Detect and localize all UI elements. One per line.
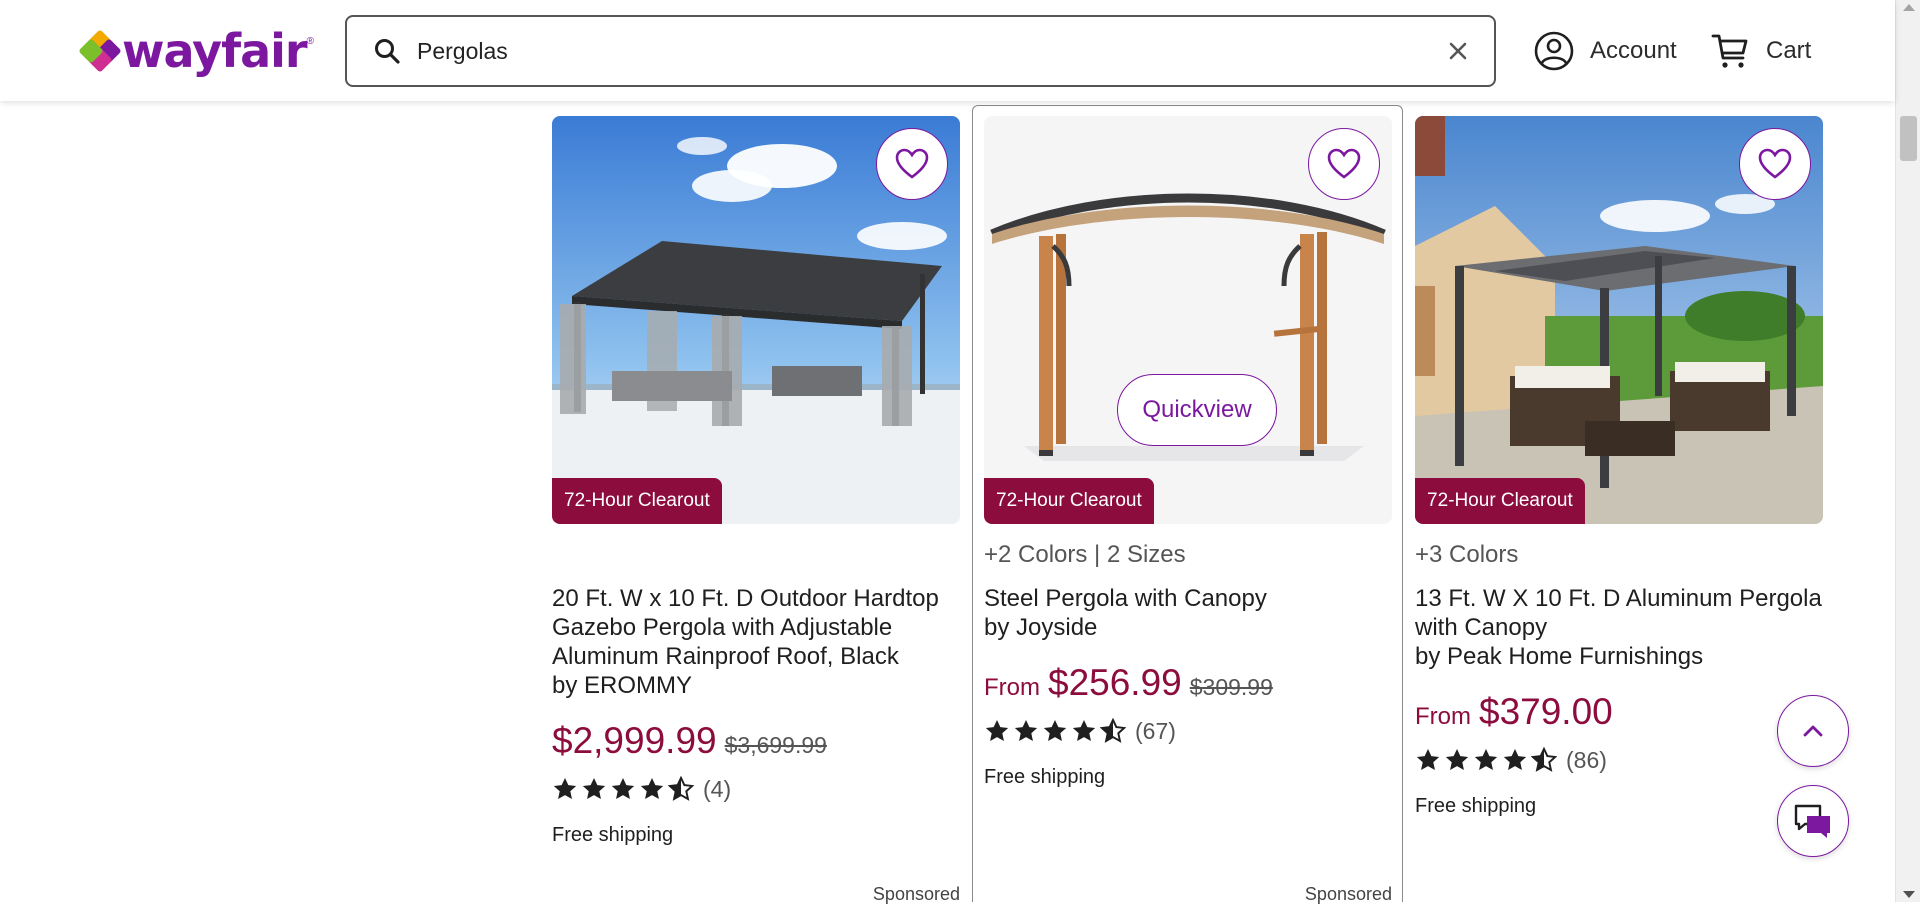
back-to-top-button[interactable] bbox=[1777, 695, 1849, 767]
product-variants bbox=[552, 540, 960, 570]
scroll-up-arrow-icon[interactable] bbox=[1903, 4, 1915, 11]
quickview-button[interactable]: Quickview bbox=[1117, 374, 1277, 446]
title-line: with Canopy bbox=[1415, 614, 1548, 641]
search-icon[interactable] bbox=[373, 37, 401, 65]
product-price: $2,999.99 bbox=[552, 720, 717, 761]
rating-stars bbox=[552, 776, 697, 802]
scroll-down-arrow-icon[interactable] bbox=[1903, 891, 1915, 898]
favorite-button[interactable] bbox=[1739, 128, 1811, 200]
star-full-icon bbox=[582, 777, 606, 799]
title-line: Steel Pergola with Canopy bbox=[984, 585, 1267, 612]
chat-icon bbox=[1794, 804, 1830, 838]
product-card[interactable]: 72-Hour Clearout 20 Ft. W x 10 Ft. D Out… bbox=[552, 116, 960, 904]
product-price: $256.99 bbox=[1048, 662, 1182, 703]
price-row: $2,999.99 $3,699.99 bbox=[552, 720, 960, 762]
price-from-label: From bbox=[1415, 703, 1471, 730]
search-input[interactable] bbox=[417, 37, 1417, 65]
wayfair-logo[interactable]: wayfair ® bbox=[78, 22, 314, 80]
site-header: wayfair ® Account Cart bbox=[0, 0, 1895, 101]
star-full-icon bbox=[1043, 719, 1067, 741]
chevron-up-icon bbox=[1803, 725, 1823, 737]
star-half-icon bbox=[668, 776, 694, 801]
product-card-hovered[interactable]: Quickview 72-Hour Clearout +2 Colors | 2… bbox=[972, 105, 1403, 904]
star-full-icon bbox=[1503, 748, 1527, 770]
title-line: 20 Ft. W x 10 Ft. D Outdoor Hardtop bbox=[552, 585, 939, 612]
cart-link[interactable]: Cart bbox=[1710, 30, 1811, 72]
product-original-price: $3,699.99 bbox=[724, 732, 827, 758]
rating-count: (86) bbox=[1566, 746, 1607, 773]
shipping-info: Free shipping bbox=[1415, 795, 1537, 817]
clearance-badge: 72-Hour Clearout bbox=[552, 478, 722, 524]
product-original-price: $309.99 bbox=[1189, 674, 1273, 700]
shipping-info: Free shipping bbox=[984, 766, 1106, 788]
product-variants[interactable]: +3 Colors bbox=[1415, 540, 1823, 570]
account-label: Account bbox=[1590, 37, 1677, 64]
star-full-icon bbox=[1072, 719, 1096, 741]
chat-button[interactable] bbox=[1777, 785, 1849, 857]
star-half-icon bbox=[1100, 718, 1126, 743]
page-scrollbar[interactable] bbox=[1895, 0, 1920, 902]
title-line: 13 Ft. W X 10 Ft. D Aluminum Pergola bbox=[1415, 585, 1822, 612]
star-full-icon bbox=[640, 777, 664, 799]
product-image[interactable]: Quickview 72-Hour Clearout bbox=[984, 116, 1392, 524]
product-brand: by EROMMY bbox=[552, 672, 693, 699]
rating-stars bbox=[984, 718, 1129, 744]
price-from-label: From bbox=[984, 674, 1040, 701]
rating-stars bbox=[1415, 747, 1560, 773]
product-rating[interactable]: (67) bbox=[984, 716, 1392, 746]
star-half-icon bbox=[1531, 747, 1557, 772]
logo-text: wayfair bbox=[122, 24, 308, 78]
star-full-icon bbox=[553, 777, 577, 799]
account-link[interactable]: Account bbox=[1534, 30, 1677, 72]
product-rating[interactable]: (4) bbox=[552, 774, 960, 804]
heart-icon bbox=[1758, 148, 1792, 179]
product-title[interactable]: 20 Ft. W x 10 Ft. D Outdoor Hardtop Gaze… bbox=[552, 584, 960, 700]
star-full-icon bbox=[1474, 748, 1498, 770]
rating-count: (67) bbox=[1135, 717, 1176, 744]
cart-label: Cart bbox=[1766, 37, 1812, 64]
title-line: Gazebo Pergola with Adjustable bbox=[552, 614, 893, 641]
close-icon[interactable] bbox=[1444, 37, 1472, 65]
star-full-icon bbox=[1014, 719, 1038, 741]
clearance-badge: 72-Hour Clearout bbox=[984, 478, 1154, 524]
product-title[interactable]: Steel Pergola with Canopy by Joyside bbox=[984, 584, 1392, 642]
product-price: $379.00 bbox=[1479, 691, 1613, 732]
title-line: Aluminum Rainproof Roof, Black bbox=[552, 643, 899, 670]
search-bar bbox=[345, 15, 1496, 87]
account-icon bbox=[1534, 31, 1574, 71]
favorite-button[interactable] bbox=[1308, 128, 1380, 200]
cart-icon bbox=[1711, 34, 1748, 68]
star-full-icon bbox=[611, 777, 635, 799]
product-title[interactable]: 13 Ft. W X 10 Ft. D Aluminum Pergola wit… bbox=[1415, 584, 1823, 671]
star-full-icon bbox=[985, 719, 1009, 741]
price-row: From $256.99 $309.99 bbox=[984, 662, 1392, 704]
shipping-info: Free shipping bbox=[552, 824, 674, 846]
product-image[interactable]: 72-Hour Clearout bbox=[552, 116, 960, 524]
product-variants[interactable]: +2 Colors | 2 Sizes bbox=[984, 540, 1392, 570]
favorite-button[interactable] bbox=[876, 128, 948, 200]
product-brand: by Joyside bbox=[984, 614, 1098, 641]
heart-icon bbox=[1327, 148, 1361, 179]
product-card[interactable]: 72-Hour Clearout +3 Colors 13 Ft. W X 10… bbox=[1415, 116, 1823, 818]
product-brand: by Peak Home Furnishings bbox=[1415, 643, 1704, 670]
product-image[interactable]: 72-Hour Clearout bbox=[1415, 116, 1823, 524]
star-full-icon bbox=[1445, 748, 1469, 770]
price-row: From $379.00 bbox=[1415, 691, 1823, 733]
scrollbar-thumb[interactable] bbox=[1900, 116, 1917, 161]
heart-icon bbox=[895, 148, 929, 179]
product-rating[interactable]: (86) bbox=[1415, 745, 1823, 775]
rating-count: (4) bbox=[703, 775, 732, 802]
clearance-badge: 72-Hour Clearout bbox=[1415, 478, 1585, 524]
star-full-icon bbox=[1416, 748, 1440, 770]
logo-trademark: ® bbox=[306, 36, 314, 47]
logo-mark-icon bbox=[78, 29, 122, 73]
